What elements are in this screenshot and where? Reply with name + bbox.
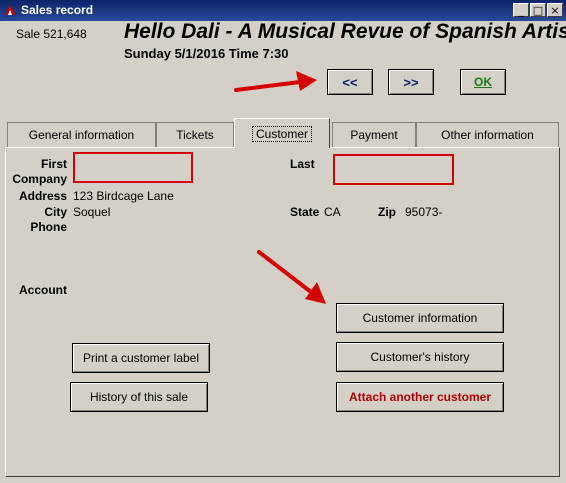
tab-customer[interactable]: Customer (234, 118, 330, 148)
arrow-to-nav-icon (234, 71, 317, 92)
arrow-to-customer-info-icon (257, 250, 326, 304)
annotation-arrows (234, 71, 326, 304)
tab-customer-label: Customer (251, 125, 312, 142)
